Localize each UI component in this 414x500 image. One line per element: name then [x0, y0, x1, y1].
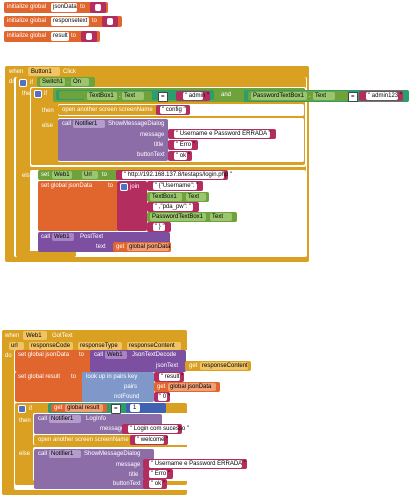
and-label: and: [221, 92, 232, 98]
to-label: to: [71, 33, 77, 39]
web1-jsontextdecode-block[interactable]: call Web1 JsonTextDecode jsonText: [90, 350, 186, 372]
equals-operator[interactable]: =: [348, 92, 358, 102]
switch1-on-getter[interactable]: Switch1 . On: [37, 77, 95, 87]
component-dropdown[interactable]: Web1: [52, 171, 72, 179]
ok-text-2[interactable]: " ok ": [143, 479, 167, 489]
equals-operator[interactable]: =: [158, 92, 168, 102]
get-global-jsondata[interactable]: get global jsonData: [113, 242, 171, 252]
component-dropdown[interactable]: Button1: [28, 67, 60, 76]
set-web1-url-block[interactable]: set Web1 Url to: [38, 170, 120, 180]
get-global-jsondata-2[interactable]: get global jsonData: [154, 382, 220, 392]
to-label: to: [92, 18, 98, 24]
component-dropdown[interactable]: Web1: [23, 331, 47, 340]
if-label: if: [29, 406, 32, 412]
property-dropdown[interactable]: Text: [313, 92, 335, 100]
init-global-result-block[interactable]: initialize global result to: [4, 31, 100, 42]
init-global-label: initialize global: [7, 33, 47, 39]
set-global-jsondata-block[interactable]: set global jsonData to: [38, 181, 118, 231]
blocks-workspace[interactable]: initialize global jsonData to initialize…: [0, 0, 414, 500]
config-text-block[interactable]: " config ": [156, 105, 190, 115]
component-dropdown[interactable]: Notifier1: [73, 120, 105, 128]
equals-operator[interactable]: =: [111, 404, 121, 414]
notifier-showmessagedialog-block-2[interactable]: call Notifier1 ShowMessageDialog message…: [34, 449, 154, 489]
if-label: if: [30, 80, 33, 86]
login-success-text[interactable]: " Login com sucesso ": [122, 424, 189, 434]
param-responsetype[interactable]: responseType: [78, 342, 122, 350]
json-part3-text[interactable]: " ,"pda_pw": ": [147, 202, 199, 212]
admin123-text-block[interactable]: " admin123 ": [359, 91, 403, 101]
error-message-text-2[interactable]: " Username e Password ERRADA ": [143, 459, 247, 469]
passwordtextbox1-text-getter[interactable]: PasswordTextBox1 . Text: [248, 91, 348, 101]
component-dropdown[interactable]: Switch1: [40, 78, 65, 86]
textbox1-text-getter[interactable]: TextBox1 . Text: [84, 91, 152, 101]
json-part1-text[interactable]: " {"Username": ": [147, 181, 203, 191]
number-block[interactable]: 1: [126, 403, 166, 413]
when-label: when: [5, 333, 20, 339]
lookup-in-pairs-block[interactable]: look up in pairs key pairs notFound: [82, 372, 154, 402]
empty-text-block[interactable]: [90, 2, 106, 13]
then-label: then: [19, 418, 31, 424]
get-responsecontent[interactable]: get responseContent: [185, 361, 251, 371]
event-name: Click: [63, 69, 76, 75]
param-responsecode[interactable]: responseCode: [29, 342, 73, 350]
when-label: when: [9, 69, 24, 75]
init-global-jsondata-block[interactable]: initialize global jsonData to: [4, 2, 108, 13]
property-dropdown[interactable]: Url: [82, 171, 98, 179]
admin-text-block[interactable]: " admin ": [176, 91, 210, 101]
init-global-label: initialize global: [7, 4, 47, 10]
json-part5-text[interactable]: " } ": [147, 222, 171, 232]
error-message-text-block[interactable]: " Username e Password ERRADA ": [168, 129, 276, 139]
then-label: then: [42, 108, 54, 114]
erro-text-block[interactable]: " Erro ": [168, 140, 198, 150]
get-global-result[interactable]: get global result: [51, 404, 107, 412]
notifier-showmessagedialog-block[interactable]: call Notifier1 ShowMessageDialog message…: [58, 119, 168, 161]
textbox1-text-getter-2[interactable]: TextBox1 Text: [147, 192, 209, 202]
param-url[interactable]: url: [9, 342, 24, 350]
gear-icon[interactable]: [34, 90, 42, 98]
method-name: PostText: [80, 234, 104, 240]
init-global-responsetext-block[interactable]: initialize global responsetext to: [4, 16, 122, 27]
zero-text[interactable]: " 0 ": [154, 392, 170, 402]
to-label: to: [80, 4, 86, 10]
empty-text-block[interactable]: [81, 31, 97, 42]
gear-icon[interactable]: [18, 405, 26, 413]
component-dropdown[interactable]: TextBox1: [87, 92, 117, 100]
var-name-field[interactable]: responsetext: [51, 17, 89, 26]
method-name: ShowMessageDialog: [108, 121, 165, 127]
gear-icon[interactable]: [120, 183, 128, 191]
gear-icon[interactable]: [19, 79, 27, 87]
set-global-jsondata-decode[interactable]: set global jsonData to: [15, 350, 93, 372]
property-dropdown[interactable]: On: [71, 78, 89, 86]
method-name: JsonTextDecode: [132, 352, 177, 358]
passwordtextbox1-text-getter-2[interactable]: PasswordTextBox1 Text: [147, 212, 237, 222]
url-text-block[interactable]: " http://192.168.137.8/testaps/login.php…: [116, 170, 232, 180]
else-label: else: [19, 451, 31, 457]
welcome-text[interactable]: " welcome ": [130, 435, 168, 445]
var-name-field[interactable]: jsonData: [51, 3, 77, 12]
join-block[interactable]: join: [117, 181, 147, 231]
empty-text-block[interactable]: [102, 16, 118, 27]
result-key-text[interactable]: " result ": [154, 372, 184, 382]
set-global-result-block[interactable]: set global result to: [15, 372, 85, 402]
erro-text-2[interactable]: " Erro ": [143, 469, 173, 479]
property-dropdown[interactable]: Text: [122, 92, 144, 100]
method-name: LogInfo: [86, 416, 107, 422]
do-label: do: [5, 353, 12, 359]
var-name-field[interactable]: result: [51, 32, 69, 41]
event-name: GotText: [52, 333, 73, 339]
param-responsecontent[interactable]: responseContent: [127, 342, 181, 350]
init-global-label: initialize global: [7, 18, 47, 24]
if-label: if: [44, 91, 47, 97]
else-label: else: [42, 123, 54, 129]
component-dropdown[interactable]: PasswordTextBox1: [251, 92, 307, 100]
ok-text-block[interactable]: " ok ": [168, 151, 192, 161]
method-name: ShowMessageDialog: [84, 451, 141, 457]
